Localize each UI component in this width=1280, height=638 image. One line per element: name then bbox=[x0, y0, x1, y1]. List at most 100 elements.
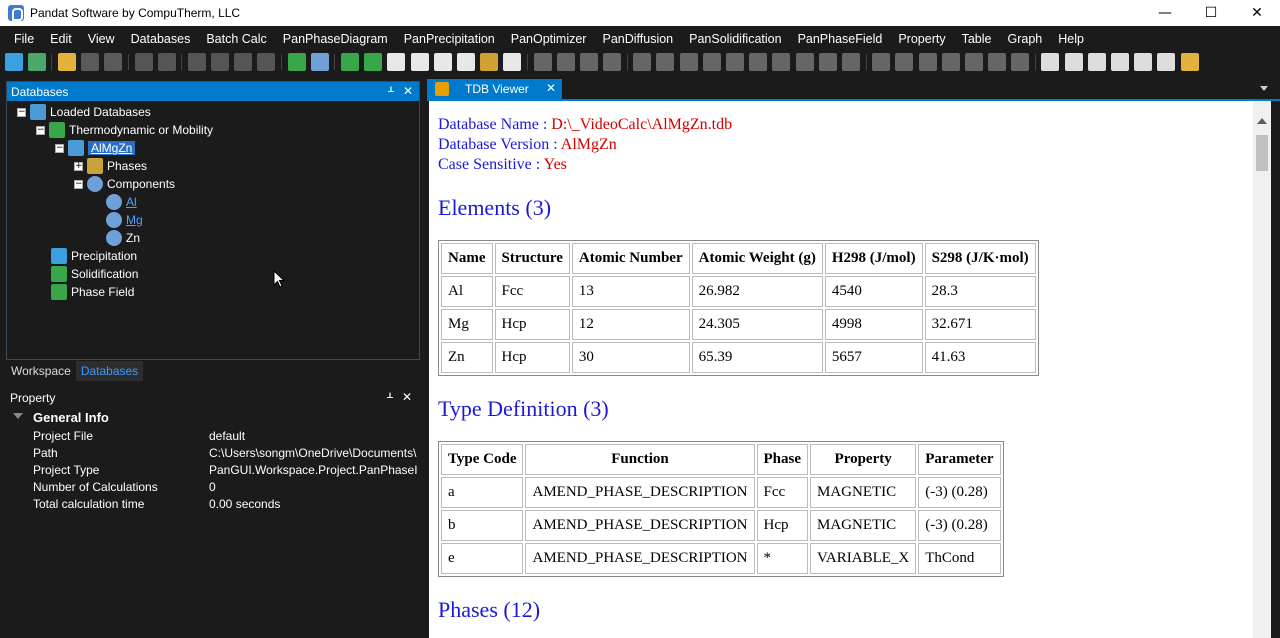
collapse-icon[interactable]: − bbox=[74, 179, 83, 189]
fit-view-icon[interactable] bbox=[1087, 53, 1106, 71]
menu-panphasefield[interactable]: PanPhaseField bbox=[790, 28, 891, 50]
menu-table[interactable]: Table bbox=[954, 28, 1000, 50]
export-icon[interactable] bbox=[841, 53, 860, 71]
open-folder-icon[interactable] bbox=[57, 53, 76, 71]
grid-calc-icon[interactable] bbox=[456, 53, 475, 71]
tab-list-dropdown-icon[interactable] bbox=[1260, 86, 1268, 91]
stack-icon[interactable] bbox=[818, 53, 837, 71]
menu-databases[interactable]: Databases bbox=[123, 28, 199, 50]
tab-databases[interactable]: Databases bbox=[75, 361, 144, 381]
property-group-general-info[interactable]: General Info bbox=[6, 410, 420, 427]
append-database-icon[interactable] bbox=[364, 53, 383, 71]
save-icon[interactable] bbox=[81, 53, 100, 71]
collapse-caret-icon[interactable] bbox=[13, 413, 23, 419]
cut-icon[interactable] bbox=[187, 53, 206, 71]
section-calc-icon[interactable] bbox=[433, 53, 452, 71]
tree-node-almgzn[interactable]: − AlMgZn bbox=[55, 139, 136, 157]
new-workspace-icon[interactable] bbox=[27, 53, 46, 71]
list-icon[interactable] bbox=[310, 53, 329, 71]
property-row[interactable]: Total calculation time 0.00 seconds bbox=[33, 497, 420, 514]
maximize-button[interactable]: ☐ bbox=[1188, 0, 1234, 26]
pin-icon[interactable]: ᚆ bbox=[387, 388, 393, 407]
3d-icon[interactable] bbox=[964, 53, 983, 71]
precipitation-icon[interactable] bbox=[480, 53, 499, 71]
calendar-icon[interactable] bbox=[603, 53, 622, 71]
tab-workspace[interactable]: Workspace bbox=[6, 361, 76, 381]
menu-pandiffusion[interactable]: PanDiffusion bbox=[594, 28, 681, 50]
menu-property[interactable]: Property bbox=[890, 28, 953, 50]
pencil-icon[interactable] bbox=[1180, 53, 1199, 71]
property-row[interactable]: Project Type PanGUI.Workspace.Project.Pa… bbox=[33, 463, 420, 480]
line-style-icon[interactable] bbox=[872, 53, 891, 71]
minimize-button[interactable]: — bbox=[1142, 0, 1188, 26]
zoom-icon[interactable] bbox=[1064, 53, 1083, 71]
paste-icon[interactable] bbox=[234, 53, 253, 71]
tree-node-al[interactable]: Al bbox=[106, 193, 137, 211]
import-icon[interactable] bbox=[287, 53, 306, 71]
menu-file[interactable]: File bbox=[6, 28, 42, 50]
menu-view[interactable]: View bbox=[80, 28, 123, 50]
save-all-icon[interactable] bbox=[104, 53, 123, 71]
tree-node-precipitation[interactable]: Precipitation bbox=[51, 247, 137, 265]
tree-node-zn[interactable]: Zn bbox=[106, 229, 140, 247]
property-row[interactable]: Path C:\Users\songm\OneDrive\Documents\ bbox=[33, 446, 420, 463]
menu-panphasediagram[interactable]: PanPhaseDiagram bbox=[275, 28, 396, 50]
label-l-icon[interactable] bbox=[1111, 53, 1130, 71]
grid-icon[interactable] bbox=[556, 53, 575, 71]
tree-node-loaded-databases[interactable]: − Loaded Databases bbox=[17, 103, 151, 121]
line-calc-icon[interactable] bbox=[410, 53, 429, 71]
tree-node-components[interactable]: − Components bbox=[74, 175, 175, 193]
chart-icon[interactable] bbox=[656, 53, 675, 71]
expand-icon[interactable]: + bbox=[74, 161, 83, 171]
menu-edit[interactable]: Edit bbox=[42, 28, 80, 50]
merge-icon[interactable] bbox=[749, 53, 768, 71]
color-icon[interactable] bbox=[941, 53, 960, 71]
delete-icon[interactable] bbox=[257, 53, 276, 71]
print-icon[interactable] bbox=[157, 53, 176, 71]
rotate-icon[interactable] bbox=[988, 53, 1007, 71]
tree-node-phase-field[interactable]: Phase Field bbox=[51, 283, 134, 301]
menu-graph[interactable]: Graph bbox=[999, 28, 1050, 50]
tree-node-mg[interactable]: Mg bbox=[106, 211, 143, 229]
tab-tdb-viewer[interactable]: TDB Viewer ✕ bbox=[427, 79, 562, 99]
menu-batch-calc[interactable]: Batch Calc bbox=[198, 28, 274, 50]
print-preview-icon[interactable] bbox=[134, 53, 153, 71]
split-icon[interactable] bbox=[795, 53, 814, 71]
close-tab-button[interactable]: ✕ bbox=[546, 81, 556, 95]
scrollbar-thumb[interactable] bbox=[1256, 135, 1268, 171]
tree-node-phases[interactable]: + Phases bbox=[74, 157, 147, 175]
fill-icon[interactable] bbox=[918, 53, 937, 71]
lines-icon[interactable] bbox=[1134, 53, 1153, 71]
collapse-icon[interactable]: − bbox=[17, 107, 26, 117]
menu-panprecipitation[interactable]: PanPrecipitation bbox=[396, 28, 503, 50]
scroll-up-arrow-icon[interactable] bbox=[1257, 118, 1267, 124]
text-tool-icon[interactable] bbox=[1157, 53, 1176, 71]
graph-icon[interactable] bbox=[633, 53, 652, 71]
copy-icon[interactable] bbox=[211, 53, 230, 71]
new-project-icon[interactable] bbox=[4, 53, 23, 71]
snapshot-icon[interactable] bbox=[1011, 53, 1030, 71]
property-row[interactable]: Number of Calculations 0 bbox=[33, 480, 420, 497]
collapse-icon[interactable]: − bbox=[36, 125, 45, 135]
tree-node-thermodynamic[interactable]: − Thermodynamic or Mobility bbox=[36, 121, 213, 139]
tree-node-solidification[interactable]: Solidification bbox=[51, 265, 138, 283]
menu-help[interactable]: Help bbox=[1050, 28, 1092, 50]
axis-icon[interactable] bbox=[679, 53, 698, 71]
vertical-scrollbar[interactable] bbox=[1253, 101, 1271, 638]
menu-panoptimizer[interactable]: PanOptimizer bbox=[503, 28, 595, 50]
load-database-icon[interactable] bbox=[341, 53, 360, 71]
optimizer-icon[interactable] bbox=[503, 53, 522, 71]
close-panel-button[interactable]: ✕ bbox=[403, 82, 413, 101]
close-window-button[interactable]: ✕ bbox=[1234, 0, 1280, 26]
pin-icon[interactable]: ᚆ bbox=[388, 82, 394, 101]
pointer-icon[interactable] bbox=[1041, 53, 1060, 71]
spreadsheet-icon[interactable] bbox=[579, 53, 598, 71]
menu-pansolidification[interactable]: PanSolidification bbox=[681, 28, 789, 50]
point-calc-icon[interactable] bbox=[387, 53, 406, 71]
close-panel-button[interactable]: ✕ bbox=[402, 388, 412, 407]
overlay-icon[interactable] bbox=[772, 53, 791, 71]
marker-icon[interactable] bbox=[895, 53, 914, 71]
collapse-icon[interactable]: − bbox=[55, 143, 64, 153]
layer-icon[interactable] bbox=[726, 53, 745, 71]
property-row[interactable]: Project File default bbox=[33, 429, 420, 446]
